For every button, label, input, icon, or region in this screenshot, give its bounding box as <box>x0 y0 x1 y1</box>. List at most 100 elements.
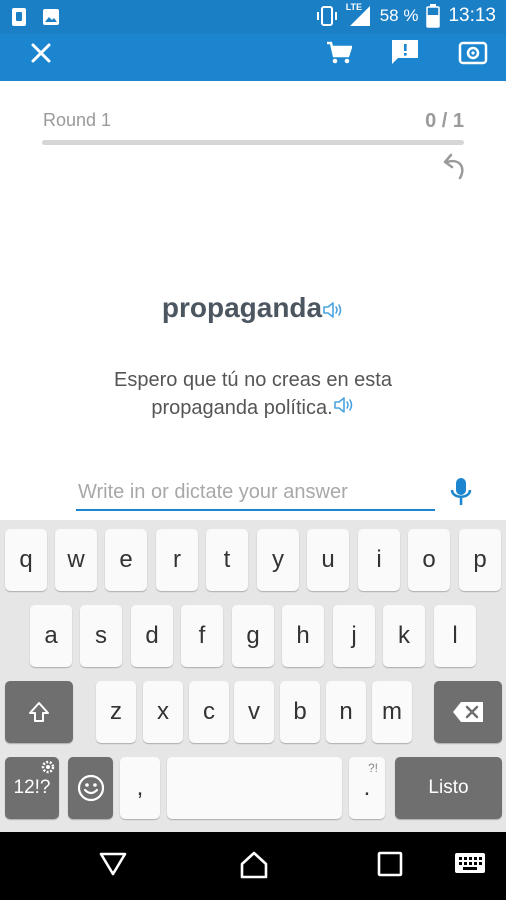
key-m[interactable]: m <box>372 681 412 743</box>
space-key[interactable] <box>167 757 342 819</box>
feedback-icon <box>392 40 418 64</box>
app-toolbar <box>0 34 506 81</box>
key-e[interactable]: e <box>105 529 147 591</box>
key-j[interactable]: j <box>333 605 375 667</box>
symbols-key[interactable]: 12!? <box>5 757 59 819</box>
key-label: x <box>157 698 169 725</box>
key-label: s <box>95 622 107 649</box>
key-label: d <box>145 622 159 649</box>
backspace-icon <box>453 702 483 722</box>
key-f[interactable]: f <box>181 605 223 667</box>
battery-icon <box>426 4 441 28</box>
status-bar: LTE 58 % 13:13 <box>0 0 506 34</box>
key-label: l <box>452 622 458 649</box>
signal-icon: LTE <box>346 2 372 28</box>
close-icon <box>31 43 51 63</box>
backspace-key[interactable] <box>434 681 502 743</box>
key-label: c <box>203 698 215 725</box>
key-label: f <box>198 622 206 649</box>
key-label: q <box>19 546 33 573</box>
speaker-icon <box>323 302 342 319</box>
answer-input[interactable] <box>76 475 435 511</box>
cart-button[interactable] <box>322 34 356 72</box>
key-u[interactable]: u <box>307 529 349 591</box>
key-label: o <box>422 546 436 573</box>
back-triangle-icon <box>99 852 127 876</box>
shift-icon <box>29 702 49 722</box>
shift-key[interactable] <box>5 681 73 743</box>
period-alt-label: ?! <box>367 761 378 775</box>
word-row: propaganda <box>0 292 506 325</box>
battery-percent: 58 % <box>379 6 419 25</box>
key-x[interactable]: x <box>143 681 183 743</box>
key-z[interactable]: z <box>96 681 136 743</box>
navigation-bar <box>0 832 506 900</box>
emoji-icon <box>77 774 104 802</box>
sentence-audio-button[interactable] <box>333 395 355 423</box>
keyboard-icon <box>455 853 485 873</box>
key-c[interactable]: c <box>189 681 229 743</box>
done-label: Listo <box>428 777 469 798</box>
period-label: . <box>363 774 371 801</box>
key-t[interactable]: t <box>206 529 248 591</box>
key-label: e <box>119 546 133 573</box>
key-label: p <box>473 546 487 573</box>
emoji-key[interactable] <box>68 757 113 819</box>
key-p[interactable]: p <box>459 529 501 591</box>
key-label: j <box>351 622 357 649</box>
key-k[interactable]: k <box>383 605 425 667</box>
key-h[interactable]: h <box>282 605 324 667</box>
key-o[interactable]: o <box>408 529 450 591</box>
key-a[interactable]: a <box>30 605 72 667</box>
key-d[interactable]: d <box>131 605 173 667</box>
clock: 13:13 <box>448 5 496 26</box>
key-label: w <box>67 546 85 573</box>
key-n[interactable]: n <box>326 681 366 743</box>
key-r[interactable]: r <box>156 529 198 591</box>
back-button[interactable] <box>98 850 128 883</box>
key-b[interactable]: b <box>280 681 320 743</box>
vibrate-icon <box>316 6 337 26</box>
word-audio-button[interactable] <box>322 300 344 325</box>
key-l[interactable]: l <box>434 605 476 667</box>
key-s[interactable]: s <box>80 605 122 667</box>
on-screen-keyboard: q w e r t y u i o p a s d f g h j k l z … <box>0 520 506 832</box>
key-label: a <box>44 622 58 649</box>
comma-label: , <box>136 774 144 801</box>
key-i[interactable]: i <box>358 529 400 591</box>
key-q[interactable]: q <box>5 529 47 591</box>
undo-button[interactable] <box>440 152 468 186</box>
key-label: v <box>248 698 260 725</box>
key-label: z <box>110 698 122 725</box>
progress-bar <box>42 140 464 145</box>
key-g[interactable]: g <box>232 605 274 667</box>
key-label: n <box>339 698 353 725</box>
key-label: r <box>173 546 181 573</box>
sim-card-icon <box>12 8 26 26</box>
key-label: m <box>382 698 402 725</box>
comma-key[interactable]: , <box>120 757 160 819</box>
undo-icon <box>443 153 464 180</box>
feedback-button[interactable] <box>388 34 422 72</box>
recents-square-icon <box>377 851 403 877</box>
cart-icon <box>327 41 352 64</box>
dictate-button[interactable] <box>448 476 474 508</box>
key-label: t <box>223 546 231 573</box>
gear-icon <box>41 760 55 774</box>
key-label: i <box>376 546 382 573</box>
period-key[interactable]: ?! . <box>349 757 385 819</box>
key-label: b <box>293 698 307 725</box>
settings-button[interactable] <box>456 34 490 72</box>
keyboard-switch-button[interactable] <box>454 850 486 881</box>
microphone-icon <box>450 478 472 505</box>
key-w[interactable]: w <box>55 529 97 591</box>
key-v[interactable]: v <box>234 681 274 743</box>
done-key[interactable]: Listo <box>395 757 502 819</box>
speaker-icon <box>333 396 352 413</box>
home-button[interactable] <box>238 850 270 885</box>
close-button[interactable] <box>24 34 58 72</box>
key-label: h <box>296 622 310 649</box>
home-icon <box>240 851 268 879</box>
recents-button[interactable] <box>376 850 404 883</box>
key-y[interactable]: y <box>257 529 299 591</box>
